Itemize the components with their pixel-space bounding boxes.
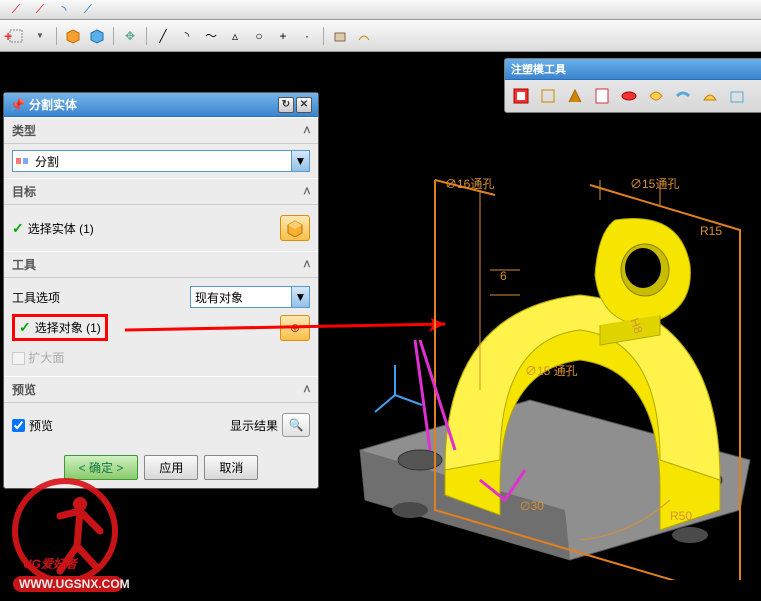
tool-fragment-icon[interactable]: ◝ (55, 1, 73, 19)
model-scene: ∅16通孔 ∅15通孔 R15 6 H8 ∅15 通孔 R50 ∅30 (350, 140, 761, 580)
tool-option-label: 工具选项 (12, 289, 60, 306)
point-up-icon[interactable]: ▵ (226, 27, 244, 45)
select-body-row[interactable]: ✓ 选择实体 (1) (12, 211, 310, 245)
svg-text:∅15 通孔: ∅15 通孔 (525, 364, 578, 378)
target-icon[interactable]: ⊕ (280, 315, 310, 341)
pin-icon[interactable]: 📌 (10, 98, 25, 112)
dialog-titlebar: 📌 分割实体 ↻ ✕ (4, 93, 318, 117)
mold-tool-9-icon[interactable] (725, 84, 749, 108)
box-icon[interactable] (331, 27, 349, 45)
tool-fragment-icon[interactable]: ⟋ (79, 1, 97, 19)
mold-tool-2-icon[interactable] (536, 84, 560, 108)
section-target-header[interactable]: 目标 ᐱ (4, 178, 318, 205)
reset-button[interactable]: ↻ (278, 97, 294, 113)
line-icon[interactable]: ╱ (154, 27, 172, 45)
type-value: 分割 (31, 153, 291, 170)
svg-text:∅15通孔: ∅15通孔 (630, 177, 679, 191)
section-tool-label: 工具 (12, 256, 36, 273)
select-body-label: 选择实体 (1) (28, 220, 94, 237)
tool-fragment-icon[interactable]: ⟋ (31, 1, 49, 19)
select-object-row[interactable]: ✓ 选择对象 (1) ⊕ (12, 310, 310, 345)
collapse-icon[interactable]: ᐱ (304, 125, 310, 136)
move-icon[interactable]: ✥ (121, 27, 139, 45)
mold-tool-6-icon[interactable] (644, 84, 668, 108)
preview-checkbox-label: 预览 (29, 417, 53, 434)
svg-text:R50: R50 (670, 509, 692, 523)
svg-text:6: 6 (500, 269, 507, 283)
section-preview-header[interactable]: 预览 ᐱ (4, 376, 318, 403)
tool-option-dropdown[interactable]: 现有对象 ▼ (190, 286, 310, 308)
dialog-title-text: 分割实体 (29, 96, 77, 113)
collapse-icon[interactable]: ᐱ (304, 186, 310, 197)
svg-text:WWW.UGSNX.COM: WWW.UGSNX.COM (19, 577, 130, 591)
mold-tool-5-icon[interactable] (617, 84, 641, 108)
section-type-header[interactable]: 类型 ᐱ (4, 117, 318, 144)
mold-tool-8-icon[interactable] (698, 84, 722, 108)
split-body-dialog: 📌 分割实体 ↻ ✕ 类型 ᐱ 分割 ▼ 目标 ᐱ (3, 92, 319, 489)
select-object-label: 选择对象 (1) (35, 319, 101, 336)
svg-text:R15: R15 (700, 224, 722, 238)
curve-icon[interactable]: 〜 (202, 27, 220, 45)
toolbar-row-1: ⟋ ⟋ ◝ ⟋ (0, 0, 761, 20)
highlighted-select-object: ✓ 选择对象 (1) (12, 314, 108, 341)
tool-fragment-icon[interactable]: ⟋ (7, 1, 25, 19)
mold-tools-title: 注塑模工具 (505, 59, 761, 80)
check-icon: ✓ (19, 319, 31, 336)
apply-button[interactable]: 应用 (144, 455, 198, 480)
origin-marker-icon: + (4, 28, 12, 44)
section-type-label: 类型 (12, 122, 36, 139)
toolbar-row-2: ▼ ✥ ╱ ◝ 〜 ▵ ○ + · (0, 20, 761, 52)
svg-text:UG爱好者: UG爱好者 (23, 557, 79, 571)
preview-checkbox[interactable] (12, 419, 25, 432)
close-button[interactable]: ✕ (296, 97, 312, 113)
solid-body-icon[interactable] (280, 215, 310, 241)
mold-tool-7-icon[interactable] (671, 84, 695, 108)
section-preview-label: 预览 (12, 381, 36, 398)
cancel-button[interactable]: 取消 (204, 455, 258, 480)
mold-tools-toolbar: 注塑模工具 (504, 58, 761, 113)
show-result-button[interactable]: 🔍 (282, 413, 310, 437)
dropdown-arrow-icon: ▼ (291, 151, 309, 171)
dropdown-arrow-icon: ▼ (291, 287, 309, 307)
section-target-label: 目标 (12, 183, 36, 200)
tool-option-row: 工具选项 现有对象 ▼ (12, 284, 310, 310)
cube-blue-icon[interactable] (88, 27, 106, 45)
mold-tools-icons (505, 80, 761, 112)
collapse-icon[interactable]: ᐱ (304, 384, 310, 395)
point-icon[interactable]: · (298, 27, 316, 45)
collapse-icon[interactable]: ᐱ (304, 259, 310, 270)
svg-text:∅16通孔: ∅16通孔 (445, 177, 494, 191)
csys-icon (375, 365, 422, 412)
expand-face-option: 扩大面 (12, 345, 310, 370)
mold-tool-3-icon[interactable] (563, 84, 587, 108)
type-dropdown[interactable]: 分割 ▼ (12, 150, 310, 172)
split-type-icon (13, 154, 31, 168)
dropdown-arrow-icon[interactable]: ▼ (31, 27, 49, 45)
plus-icon[interactable]: + (274, 27, 292, 45)
svg-text:∅30: ∅30 (520, 499, 544, 513)
mold-tool-1-icon[interactable] (509, 84, 533, 108)
section-tool-header[interactable]: 工具 ᐱ (4, 251, 318, 278)
watermark-logo: UG爱好者 WWW.UGSNX.COM (5, 476, 135, 596)
arc-icon[interactable]: ◝ (178, 27, 196, 45)
deform-icon[interactable] (355, 27, 373, 45)
show-result-label: 显示结果 (230, 417, 278, 434)
check-icon: ✓ (12, 220, 24, 237)
circle-icon[interactable]: ○ (250, 27, 268, 45)
cube-orange-icon[interactable] (64, 27, 82, 45)
mold-tool-4-icon[interactable] (590, 84, 614, 108)
tool-option-value: 现有对象 (191, 289, 291, 306)
